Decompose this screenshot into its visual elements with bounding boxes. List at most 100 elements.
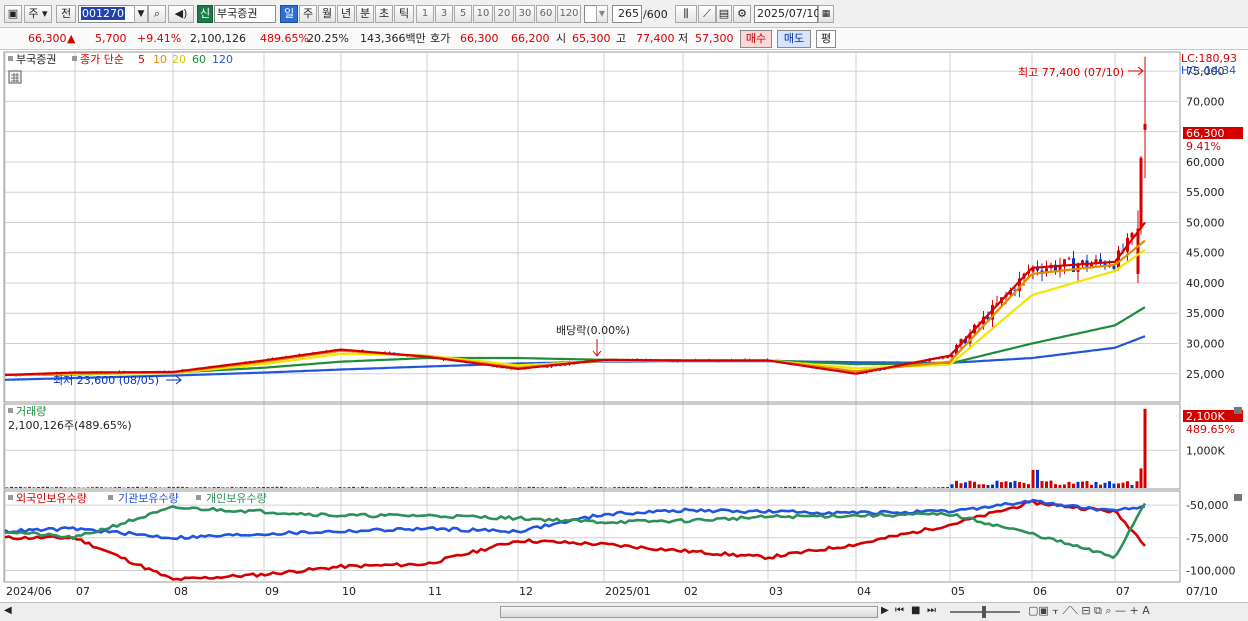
volume-bar [1094,481,1098,488]
volume-bar [676,487,679,488]
calendar-icon[interactable]: ▦ [818,5,834,23]
volume-bar [1067,481,1071,488]
legend-foreign: 외국인보유수량 [16,492,87,505]
volume-bar [64,487,67,488]
interval-20[interactable]: 20 [494,5,514,23]
save-icon[interactable]: ▤ [716,5,732,23]
gear-icon[interactable]: ⚙ [733,5,751,23]
volume-bar [874,487,877,488]
volume-bar [707,486,711,488]
volume-bar [955,480,958,488]
volume-bar [581,487,585,488]
period-tick[interactable]: 틱 [394,5,414,23]
period-month[interactable]: 월 [318,5,336,23]
period-week[interactable]: 주 [299,5,317,23]
volume-bar [1009,482,1012,488]
interval-30[interactable]: 30 [515,5,535,23]
volume-bar [374,487,378,488]
volume-bar [883,486,886,488]
scroll-right-icon[interactable]: ▶ [881,605,889,616]
interval-10[interactable]: 10 [473,5,493,23]
search-icon[interactable]: ⌕ [148,5,166,23]
volume-bar [284,487,288,488]
volume-bar [527,486,531,488]
x-axis-label: 09 [265,585,279,598]
volume-bar [280,486,283,488]
quote-bid: 66,200 [511,32,550,45]
speaker-icon[interactable]: ◀) [168,5,194,23]
count-input[interactable]: 265 [612,5,642,23]
volume-bar [829,486,832,488]
volume-bar [685,486,688,488]
period-year[interactable]: 년 [337,5,355,23]
volume-bar [194,487,198,488]
scroll-thumb[interactable] [500,606,878,618]
code-input[interactable]: 001270 [78,5,136,23]
interval-3[interactable]: 3 [435,5,453,23]
volume-bar [28,486,31,488]
interval-1[interactable]: 1 [416,5,434,23]
period-day[interactable]: 일 [280,5,298,23]
volume-bar [275,486,279,488]
volume-current: 2,100K [1186,410,1225,423]
volume-bar [802,486,805,488]
zoom-slider-handle[interactable] [982,606,986,618]
tool-icons[interactable]: ▢▣ ⫟ ⟋⟍ ⊟ ⧉ ⌕ — + A [1028,604,1150,618]
volume-bar [73,487,76,488]
first-page-icon[interactable]: ⏮ [895,605,904,616]
volume-bar [640,486,643,488]
chevron-down-icon[interactable]: ▼ [596,5,608,23]
stock-name-field[interactable]: 부국증권 [214,5,276,23]
volume-bar [203,486,207,488]
volume-bar [37,487,40,488]
volume-bar [541,487,544,488]
price-y-tick: 40,000 [1186,277,1225,290]
count-total: /600 [643,8,668,21]
prev-button[interactable]: 전 [56,5,76,23]
volume-bar [131,487,135,488]
legend-square-icon [8,56,13,61]
price-y-tick: 55,000 [1186,186,1225,199]
volume-bar [199,487,202,488]
volume-panel-collapse-icon[interactable] [1234,407,1242,414]
avg-button[interactable]: 평 [816,30,836,48]
quote-price: 66,300 [28,32,67,45]
chevron-down-icon[interactable]: ▼ [134,5,148,23]
x-axis-label: 10 [342,585,356,598]
volume-bar [1090,484,1093,488]
volume-bar [680,487,684,488]
volume-bar [1126,481,1129,488]
window-layout-icon[interactable]: ▣ [4,5,22,23]
interval-5[interactable]: 5 [454,5,472,23]
period-second[interactable]: 초 [375,5,393,23]
buy-button[interactable]: 매수 [740,30,772,48]
quote-change: 5,700 [95,32,127,45]
chart-scrollbar[interactable]: ◀ ▶ ⏮ ■ ⏭ ▢▣ ⫟ ⟋⟍ ⊟ ⧉ ⌕ — + A [0,602,1248,621]
interval-60[interactable]: 60 [536,5,556,23]
volume-bar [532,486,535,488]
ma5-label: 5 [138,53,145,66]
scroll-left-icon[interactable]: ◀ [4,605,12,616]
stop-icon[interactable]: ■ [911,605,920,616]
volume-bar [91,487,94,488]
date-input[interactable]: 2025/07/10 [754,5,820,23]
last-page-icon[interactable]: ⏭ [927,605,936,616]
volume-bar [995,480,999,488]
volume-bar [644,487,648,488]
volume-bar [262,486,265,488]
volume-bar [941,486,945,488]
interval-120[interactable]: 120 [557,5,581,23]
x-axis-label: 07 [1116,585,1130,598]
candle-type-icon[interactable]: ⫼ [675,5,697,23]
volume-bar [266,486,270,488]
holding-panel-collapse-icon[interactable] [1234,494,1242,501]
volume-bar [622,487,625,488]
ma20-label: 20 [172,53,186,66]
draw-line-icon[interactable]: ⟋ [698,5,716,23]
volume-bar [896,486,900,488]
volume-bar [946,487,949,488]
market-select[interactable]: 주 ▾ [24,5,52,23]
period-minute[interactable]: 분 [356,5,374,23]
price-chart[interactable]: 75,00070,00065,00060,00055,00050,00045,0… [0,50,1248,602]
sell-button[interactable]: 매도 [777,30,811,48]
